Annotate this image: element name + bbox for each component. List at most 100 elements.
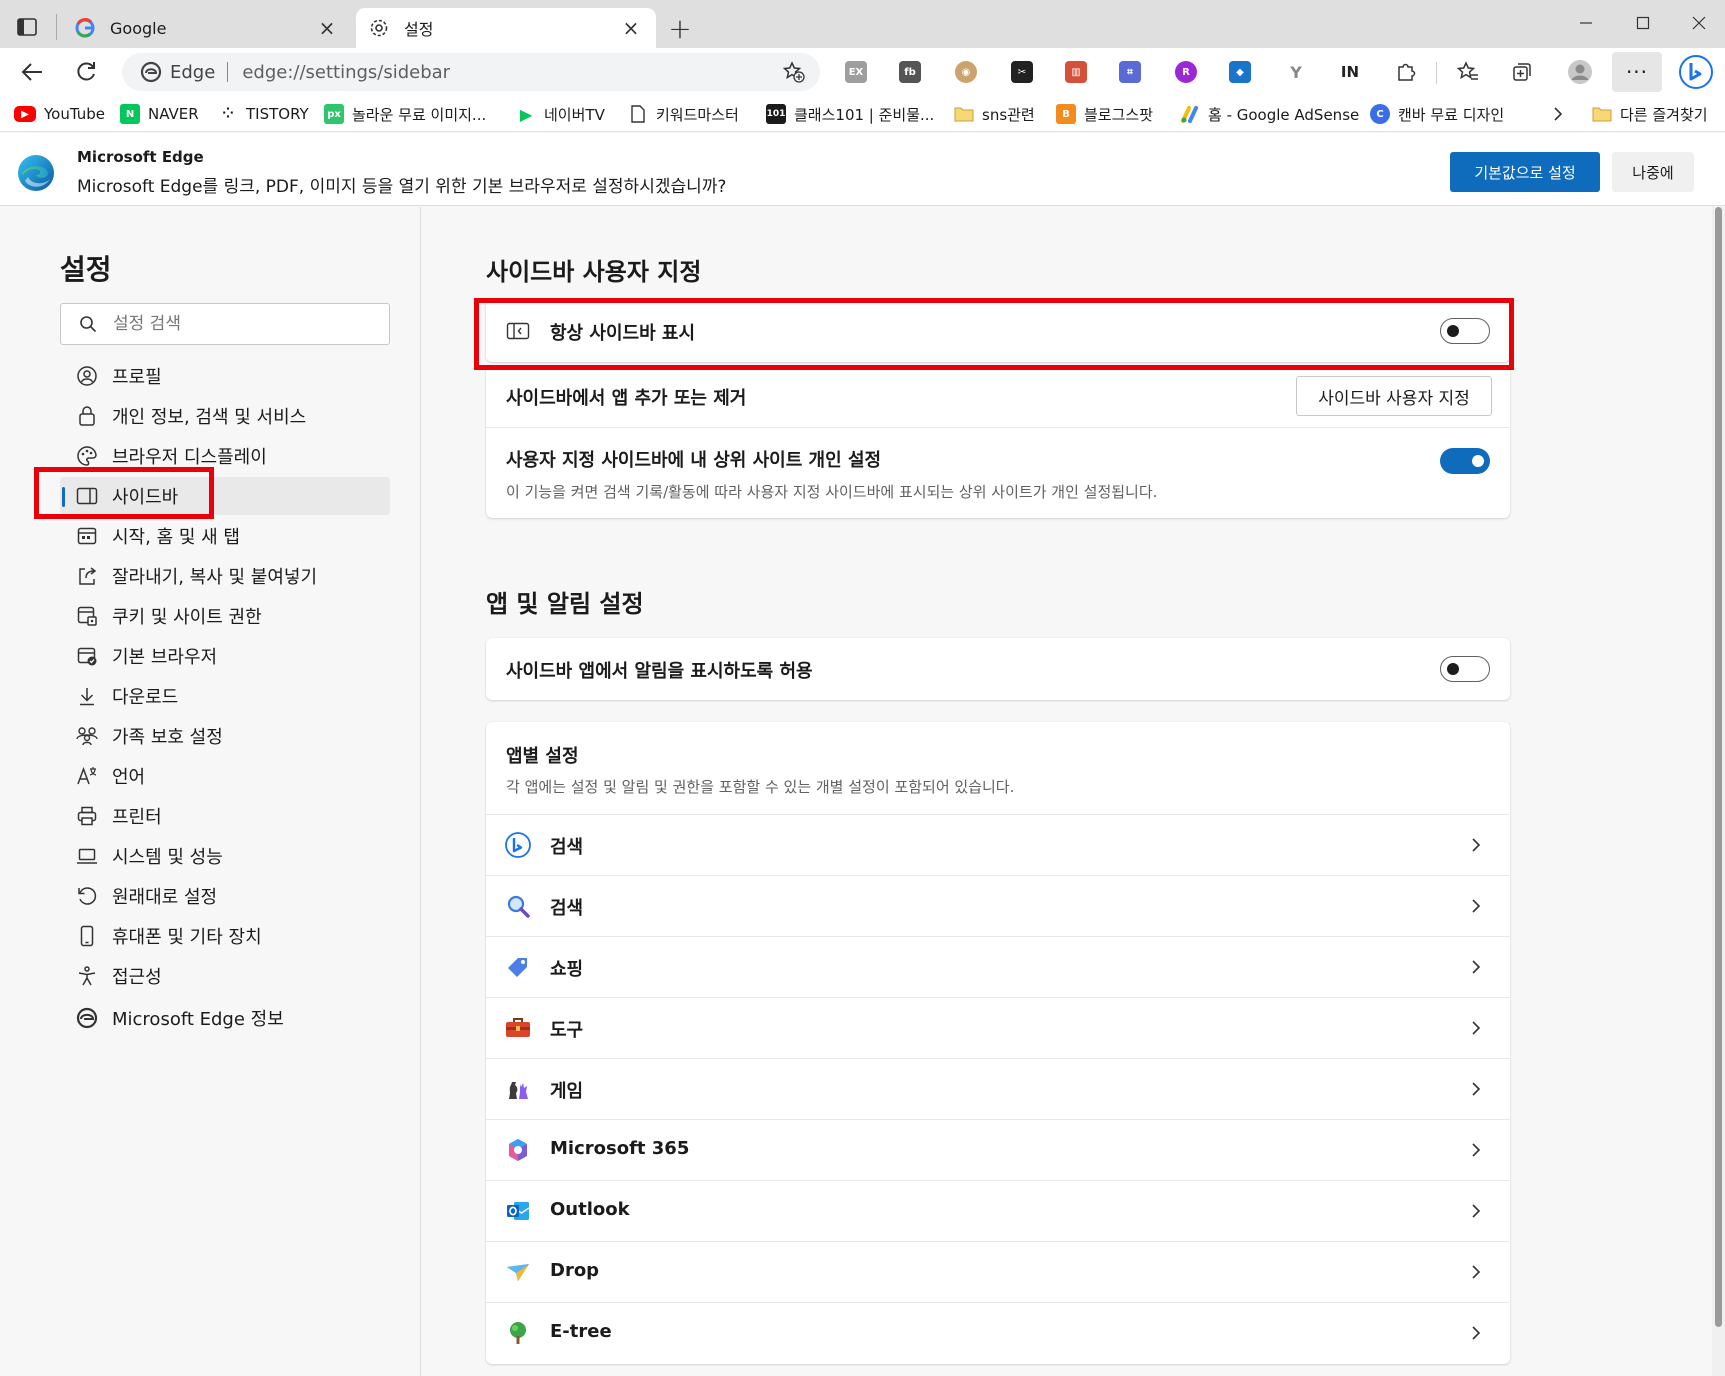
nav-item-languages[interactable]: 언어 [60,757,390,795]
nav-item-label: 원래대로 설정 [112,887,218,908]
nav-item-start-home[interactable]: 시작, 홈 및 새 탭 [60,517,390,555]
address-bar[interactable]: Edge edge://settings/sidebar [122,53,820,91]
add-favorite-icon[interactable] [780,58,808,86]
window-close-icon[interactable] [1673,6,1725,40]
nav-item-default-browser[interactable]: 기본 브라우저 [60,637,390,675]
scrollbar-thumb[interactable] [1715,207,1722,1327]
close-icon[interactable]: × [618,15,644,41]
bookmark-label: sns관련 [982,105,1035,124]
extension-ex-icon[interactable]: EX [842,58,870,86]
bookmark-pixabay[interactable]: px 놀라운 무료 이미지... [324,102,486,126]
always-show-sidebar-toggle[interactable] [1440,318,1490,344]
maximize-icon[interactable] [1617,6,1669,40]
bookmarks-overflow-chevron-icon[interactable] [1548,102,1568,126]
extension-fb-icon[interactable]: fb [896,58,924,86]
app-row-microsoft-365[interactable]: Microsoft 365 [486,1120,1510,1180]
collections-icon[interactable] [1508,58,1536,86]
app-name: Microsoft 365 [550,1138,690,1159]
bing-copilot-icon[interactable] [1676,52,1716,92]
nav-item-system[interactable]: 시스템 및 성능 [60,837,390,875]
set-default-button[interactable]: 기본값으로 설정 [1450,152,1600,192]
personalize-top-sites-toggle[interactable] [1440,448,1490,474]
bookmark-class101[interactable]: 101 클래스101 | 준비물... [766,102,934,126]
tree-icon [504,1319,532,1347]
nav-item-copy-paste[interactable]: 잘라내기, 복사 및 붙여넣기 [60,557,390,595]
bookmark-other-favorites[interactable]: 다른 즐겨찾기 [1592,102,1708,126]
bookmark-label: 클래스101 | 준비물... [794,105,935,124]
extension-tv-icon[interactable]: ▥ [1062,58,1090,86]
bookmark-youtube[interactable]: ▶ YouTube [14,102,105,126]
app-row-tools[interactable]: 도구 [486,998,1510,1058]
nav-item-about[interactable]: Microsoft Edge 정보 [60,999,390,1037]
app-row-outlook[interactable]: Outlook [486,1181,1510,1241]
app-row-search-bing[interactable]: 검색 [486,815,1510,875]
app-row-shopping[interactable]: 쇼핑 [486,937,1510,997]
app-row-games[interactable]: 게임 [486,1059,1510,1119]
minimize-icon[interactable] [1560,6,1612,40]
favorites-star-icon[interactable] [1454,58,1482,86]
app-notifications-row[interactable]: 사이드바 앱에서 알림을 표시하도록 허용 [486,638,1510,700]
app-row-drop[interactable]: Drop [486,1242,1510,1302]
later-button[interactable]: 나중에 [1612,152,1694,192]
extension-capture-icon[interactable]: ⌗ [1116,58,1144,86]
nav-item-downloads[interactable]: 다운로드 [60,677,390,715]
app-notifications-label: 사이드바 앱에서 알림을 표시하도록 허용 [506,661,813,682]
adsense-icon [1180,104,1200,124]
nav-item-phone[interactable]: 휴대폰 및 기타 장치 [60,917,390,955]
tab-settings[interactable]: 설정 × [356,8,656,48]
extension-blue-icon[interactable]: ◆ [1226,58,1254,86]
close-icon[interactable]: × [314,15,340,41]
nav-item-privacy[interactable]: 개인 정보, 검색 및 서비스 [60,397,390,435]
nav-item-appearance[interactable]: 브라우저 디스플레이 [60,437,390,475]
always-show-sidebar-row[interactable]: 항상 사이드바 표시 [486,300,1510,362]
extensions-puzzle-icon[interactable] [1392,58,1420,86]
nav-item-sidebar[interactable]: 사이드바 [60,477,390,515]
nav-item-printers[interactable]: 프린터 [60,797,390,835]
bookmark-canva[interactable]: C 캔바 무료 디자인 [1370,102,1504,126]
nav-item-reset[interactable]: 원래대로 설정 [60,877,390,915]
app-row-search[interactable]: 검색 [486,876,1510,936]
back-arrow-icon[interactable] [14,56,50,88]
customize-sidebar-button[interactable]: 사이드바 사용자 지정 [1296,376,1492,416]
bookmark-blogspot[interactable]: B 블로그스팟 [1056,102,1153,126]
nav-item-family[interactable]: 가족 보호 설정 [60,717,390,755]
refresh-icon[interactable] [68,56,104,88]
nav-item-profile[interactable]: 프로필 [60,357,390,395]
always-show-sidebar-card: 항상 사이드바 표시 [486,300,1510,362]
app-row-e-tree[interactable]: E-tree [486,1303,1510,1363]
lock-icon [74,403,100,429]
bookmark-naver[interactable]: N NAVER [120,102,199,126]
address-url[interactable]: edge://settings/sidebar [242,62,780,83]
extension-face-icon[interactable]: ◉ [952,58,980,86]
bookmark-keyword-master[interactable]: 키워드마스터 [628,102,739,126]
settings-search[interactable] [60,303,390,345]
nav-item-accessibility[interactable]: 접근성 [60,957,390,995]
content-scrollbar[interactable] [1712,207,1725,1376]
new-tab-button[interactable]: + [664,12,696,45]
more-options-button[interactable]: ··· [1612,52,1662,92]
language-icon [74,763,100,789]
tab-google[interactable]: Google × [62,8,352,48]
nav-item-label: 기본 브라우저 [112,647,218,668]
app-notifications-toggle[interactable] [1440,656,1490,682]
bookmark-label: YouTube [44,105,105,123]
bookmark-adsense[interactable]: 홈 - Google AdSense [1180,102,1359,126]
tab-actions-icon[interactable] [10,12,44,42]
nav-item-cookies[interactable]: 쿠키 및 사이트 권한 [60,597,390,635]
bookmark-tistory[interactable]: ⁘ TISTORY [218,102,309,126]
personalize-top-sites-description: 이 기능을 켜면 검색 기록/활동에 따라 사용자 지정 사이드바에 표시되는 … [506,483,1158,501]
settings-search-input[interactable] [113,314,373,334]
extension-n-icon[interactable]: IN [1336,58,1364,86]
extension-y-icon[interactable]: Y [1282,58,1310,86]
bookmark-folder-sns[interactable]: sns관련 [954,102,1035,126]
app-notifications-card: 사이드바 앱에서 알림을 표시하도록 허용 [486,638,1510,700]
extension-purple-icon[interactable]: R [1172,58,1200,86]
sidebar-toggle-icon [506,320,530,342]
chevron-right-icon [1466,1079,1486,1099]
sidebar-icon [74,483,100,509]
bookmark-naver-tv[interactable]: ▶ 네이버TV [516,102,605,126]
bookmark-label: 캔바 무료 디자인 [1398,105,1505,124]
personalize-top-sites-label: 사용자 지정 사이드바에 내 상위 사이트 개인 설정 [506,450,882,471]
profile-avatar-icon[interactable] [1566,58,1594,86]
extension-tool-icon[interactable]: ✂ [1008,58,1036,86]
